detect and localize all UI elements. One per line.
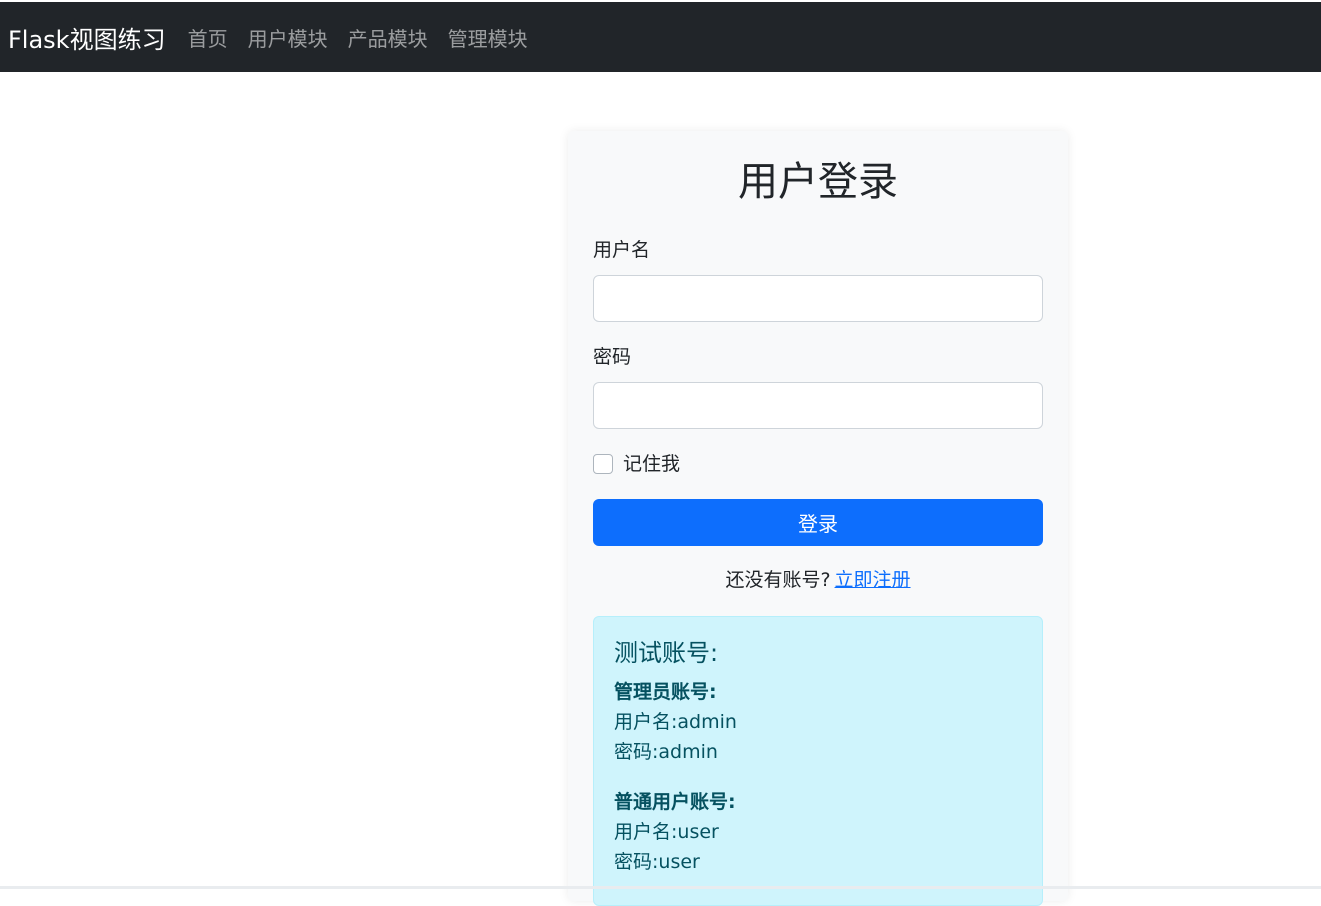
user-password-text: 密码:user — [614, 851, 700, 873]
username-label: 用户名 — [593, 239, 651, 261]
remember-me-label[interactable]: 记住我 — [623, 451, 680, 477]
nav-link-admin[interactable]: 管理模块 — [448, 23, 528, 52]
nav-link-users[interactable]: 用户模块 — [248, 23, 328, 52]
test-accounts-box: 测试账号: 管理员账号: 用户名:admin 密码:admin 普通用户账号: … — [593, 616, 1043, 906]
login-card: 用户登录 用户名 密码 记住我 登录 还没有账号? 立即注册 测试账号: 管理员账… — [568, 131, 1068, 906]
login-title: 用户登录 — [738, 159, 898, 205]
remember-me-row: 记住我 — [593, 451, 680, 477]
admin-username-text: 用户名:admin — [614, 711, 737, 733]
register-prompt: 还没有账号? — [725, 569, 831, 591]
login-button[interactable]: 登录 — [593, 499, 1043, 546]
nav-link-home[interactable]: 首页 — [188, 23, 228, 52]
admin-password-text: 密码:admin — [614, 741, 718, 763]
register-link[interactable]: 立即注册 — [835, 569, 911, 591]
register-row: 还没有账号? 立即注册 — [568, 567, 1068, 593]
remember-me-checkbox[interactable] — [593, 454, 613, 474]
test-accounts-title: 测试账号: — [614, 639, 719, 667]
username-input[interactable] — [593, 275, 1043, 322]
password-label: 密码 — [593, 346, 632, 368]
top-navbar: Flask视图练习 首页 用户模块 产品模块 管理模块 — [0, 2, 1321, 72]
user-account-heading: 普通用户账号: — [614, 791, 736, 813]
password-input[interactable] — [593, 382, 1043, 429]
nav-link-products[interactable]: 产品模块 — [348, 23, 428, 52]
nav-links: 首页 用户模块 产品模块 管理模块 — [188, 23, 528, 52]
brand-link[interactable]: Flask视图练习 — [8, 20, 166, 55]
admin-account-heading: 管理员账号: — [614, 681, 717, 703]
user-username-text: 用户名:user — [614, 821, 719, 843]
